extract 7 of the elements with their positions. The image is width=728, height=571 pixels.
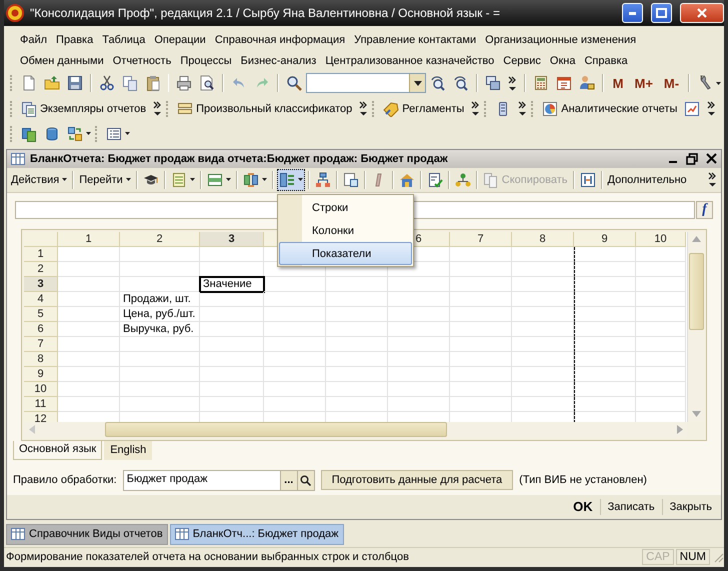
key-indicator: NUM [676,549,710,566]
document-title: БланкОтчета: Бюджет продаж вида отчета:Бюджет продаж: Бюджет продаж [30,152,449,165]
status-text: Формирование показателей отчета на основании выбранных строк и столбцов [6,551,410,564]
window-title: "Консолидация Проф", редакция 2.1 / Сырбу Яна Валентиновна / Основной язык - = [30,6,502,20]
status-note: (Тип ВИБ не установлен) [519,474,647,486]
key-indicator: CAP [642,549,674,566]
rule-label: Правило обработки: [13,474,117,486]
